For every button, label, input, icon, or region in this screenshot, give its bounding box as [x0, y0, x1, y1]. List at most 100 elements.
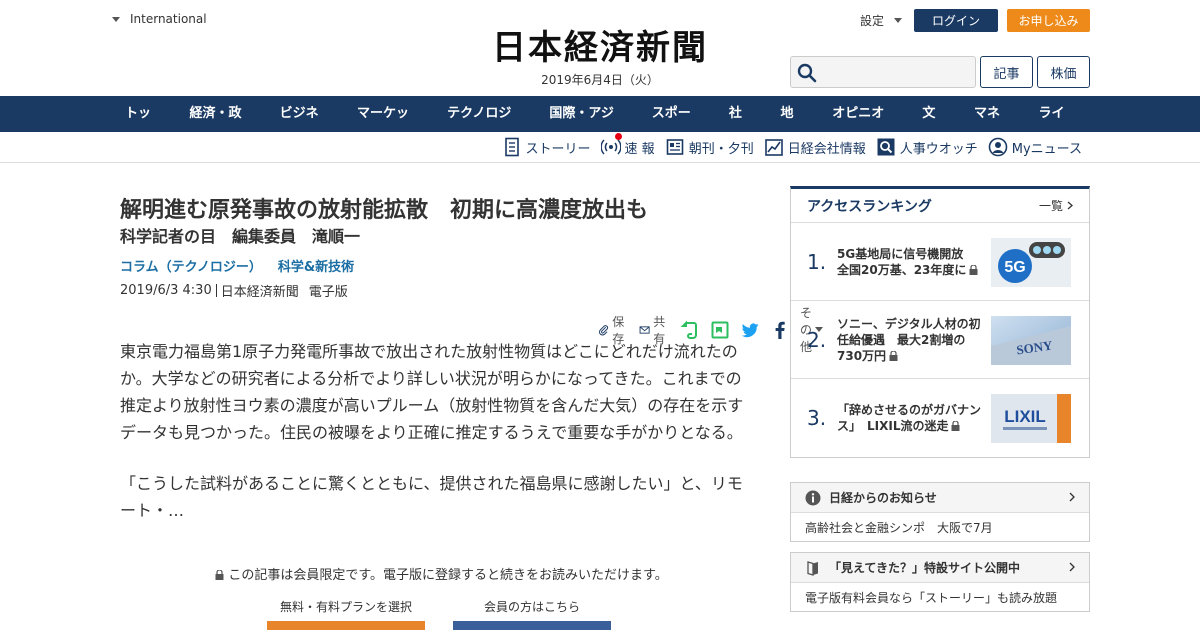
nav-item-economy-politics[interactable]: 経済・政治 — [177, 96, 267, 157]
document-icon — [504, 137, 519, 157]
thumbnail-label: LIXIL — [1004, 407, 1046, 426]
bookmark-icon — [711, 321, 729, 338]
article-edition: 電子版 — [308, 285, 348, 300]
ranking-number: 2. — [807, 327, 827, 352]
subnav-my-news-label: Myニュース — [1011, 141, 1082, 157]
article-meta: 2019/6/3 4:30 日本経済新聞 電子版 — [120, 281, 760, 300]
caret-down-icon — [894, 18, 903, 23]
twitter-button[interactable] — [740, 320, 760, 340]
ranking-item[interactable]: 3. 「辞めさせるのがガバナンス」 LIXIL流の迷走 LIXIL — [791, 379, 1089, 457]
nav-item-international-asia[interactable]: 国際・アジア — [536, 96, 638, 157]
site-logo[interactable]: 日本経済新聞 — [452, 28, 748, 68]
article-source: 日本経済新聞 — [220, 285, 299, 300]
settings-menu[interactable]: 設定 — [860, 12, 903, 29]
tag-science-technology[interactable]: 科学&新技術 — [278, 256, 354, 275]
nav-item-market[interactable]: マーケット — [344, 96, 434, 157]
article: 解明進む原発事故の放射能拡散 初期に高濃度放出も 科学記者の目 編集委員 滝順一… — [120, 196, 824, 630]
nav-item-opinion[interactable]: オピニオン — [819, 96, 909, 157]
sidebar: アクセスランキング 一覧 1. 5G基地局に信号機開放 全国20万基、23年度に… — [790, 186, 1090, 612]
mail-icon — [639, 325, 650, 334]
plan-select-button[interactable] — [267, 621, 425, 630]
special-site-box[interactable]: 「見えてきた？」特設サイト公開中 電子版有料会員なら「ストーリー」も読み放題 — [790, 552, 1090, 612]
paperclip-icon — [599, 324, 608, 335]
members-notice: この記事は会員限定です。電子版に登録すると続きをお読みいただけます。 — [120, 564, 760, 583]
search-icon[interactable] — [797, 63, 817, 83]
article-body: 東京電力福島第1原子力発電所事故で放出された放射性物質はどこにどれだけ流れたのか… — [120, 338, 750, 548]
subnav-paper[interactable]: 朝刊・夕刊 — [665, 137, 754, 157]
site-header: International 日本経済新聞 2019年6月4日（火） 設定 ログイ… — [0, 0, 1200, 96]
chevron-right-icon — [1069, 492, 1075, 502]
login-button[interactable]: ログイン — [914, 9, 998, 32]
ranking-text: 「辞めさせるのがガバナンス」 LIXIL流の迷走 — [837, 402, 987, 434]
search-box — [790, 56, 976, 88]
new-badge-dot — [614, 133, 622, 140]
user-icon — [988, 137, 1008, 157]
ranking-item[interactable]: 2. ソニー、デジタル人材の初任給優遇 最大2割増の730万円 SONY — [791, 301, 1089, 379]
sub-nav: ストーリー 速 報 朝刊・夕刊 日経会社情報 人事ウオッチ Myニュース — [0, 132, 1200, 163]
ranking-headline: ソニー、デジタル人材の初任給優遇 最大2割増の730万円 — [837, 316, 981, 363]
chevron-right-icon — [1067, 201, 1073, 210]
twitter-icon — [741, 323, 759, 337]
ranking-text: ソニー、デジタル人材の初任給優遇 最大2割増の730万円 — [837, 316, 987, 364]
search-box-icon — [877, 138, 895, 156]
facebook-button[interactable] — [770, 320, 790, 340]
access-ranking: アクセスランキング 一覧 1. 5G基地局に信号機開放 全国20万基、23年度に… — [790, 186, 1090, 458]
ranking-thumbnail-lixil: LIXIL — [991, 394, 1071, 443]
subnav-company-info-label: 日経会社情報 — [787, 141, 866, 157]
notice-title: 日経からのお知らせ — [829, 491, 937, 505]
notice-header: 日経からのお知らせ — [791, 483, 1089, 513]
chevron-right-icon — [1069, 562, 1075, 572]
ranking-title: アクセスランキング — [807, 198, 932, 215]
ranking-headline: 5G基地局に信号機開放 全国20万基、23年度に — [837, 246, 976, 277]
nav-item-money[interactable]: マネー — [961, 96, 1026, 157]
ranking-header: アクセスランキング 一覧 — [791, 189, 1089, 223]
apply-button[interactable]: お申し込み — [1007, 9, 1090, 32]
book-icon — [807, 560, 818, 576]
subnav-breaking[interactable]: 速 報 — [600, 133, 655, 157]
tag-column-technology[interactable]: コラム（テクノロジー） — [120, 256, 262, 275]
plan-links: 無料・有料プランを選択 会員の方はこちら — [267, 598, 611, 630]
article-title: 解明進む原発事故の放射能拡散 初期に高濃度放出も — [120, 198, 649, 223]
subnav-paper-label: 朝刊・夕刊 — [688, 141, 754, 157]
main-nav: トップ 経済・政治 ビジネス マーケット テクノロジー 国際・アジア スポーツ … — [0, 96, 1200, 157]
plan-select: 無料・有料プランを選択 — [267, 598, 425, 630]
lock-icon — [889, 350, 898, 361]
notice-body[interactable]: 高齢社会と金融シンポ 大阪で7月 — [791, 513, 1089, 541]
lock-icon — [215, 570, 224, 580]
ranking-more-link[interactable]: 一覧 — [1039, 197, 1073, 214]
nav-item-culture[interactable]: 文化 — [909, 96, 961, 157]
search-input[interactable] — [821, 61, 971, 83]
broadcast-icon — [600, 139, 621, 155]
special-body[interactable]: 電子版有料会員なら「ストーリー」も読み放題 — [791, 583, 1089, 611]
meta-divider — [215, 284, 217, 297]
stock-search-button[interactable]: 株価 — [1037, 56, 1090, 88]
international-label: International — [130, 12, 207, 26]
nav-item-region[interactable]: 地域 — [768, 96, 820, 157]
header-date: 2019年6月4日（火） — [541, 73, 659, 87]
subnav-personnel-watch-label: 人事ウオッチ — [899, 141, 978, 157]
bookmark-button[interactable] — [710, 320, 730, 340]
evernote-button[interactable] — [680, 320, 700, 340]
thumbnail-label: 5G — [1004, 259, 1025, 276]
nav-item-top[interactable]: トップ — [112, 96, 177, 157]
nav-item-sports[interactable]: スポーツ — [639, 96, 716, 157]
evernote-icon — [680, 320, 698, 339]
nav-item-life[interactable]: ライフ — [1026, 96, 1091, 157]
nav-item-technology[interactable]: テクノロジー — [434, 96, 536, 157]
special-title: 「見えてきた？」特設サイト公開中 — [829, 561, 1021, 575]
nav-item-business[interactable]: ビジネス — [267, 96, 344, 157]
subnav-personnel-watch[interactable]: 人事ウオッチ — [876, 137, 978, 157]
member-login-button[interactable] — [453, 621, 611, 630]
settings-label: 設定 — [860, 14, 885, 28]
ranking-thumbnail-sony: SONY — [991, 316, 1071, 365]
article-paragraph: 「こうした試料があることに驚くとともに、提供された福島県に感謝したい」と、リモー… — [120, 474, 743, 520]
nav-item-society[interactable]: 社会 — [716, 96, 768, 157]
ranking-item[interactable]: 1. 5G基地局に信号機開放 全国20万基、23年度に 5G — [791, 223, 1089, 301]
international-menu[interactable]: International — [112, 12, 207, 26]
subnav-company-info[interactable]: 日経会社情報 — [764, 137, 866, 157]
notice-box[interactable]: 日経からのお知らせ 高齢社会と金融シンポ 大阪で7月 — [790, 482, 1090, 542]
subnav-story[interactable]: ストーリー — [502, 137, 591, 157]
subnav-my-news[interactable]: Myニュース — [988, 137, 1082, 157]
article-search-button[interactable]: 記事 — [980, 56, 1033, 88]
subnav-breaking-label: 速 報 — [624, 141, 655, 157]
